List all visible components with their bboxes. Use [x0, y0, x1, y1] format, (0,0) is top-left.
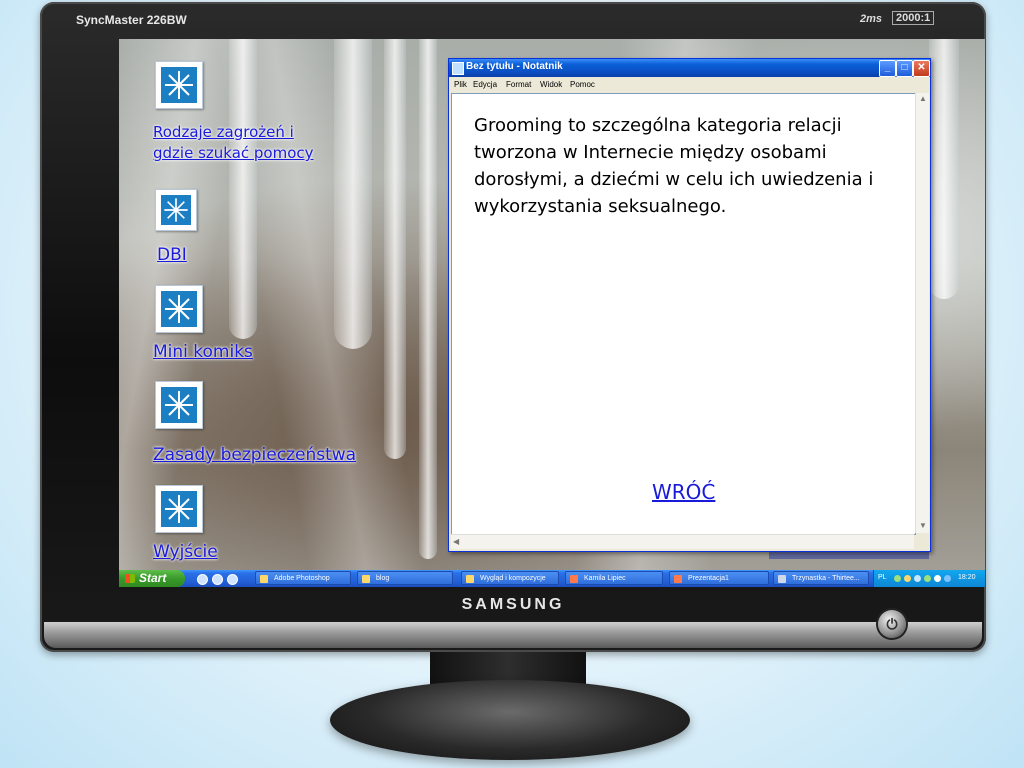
taskbar-item-label: Kamila Lipiec [584, 575, 626, 582]
photoshop-icon [260, 575, 268, 583]
monitor: SyncMaster 226BW 2ms 2000:1 Rodzaje zagr… [40, 2, 986, 652]
snowflake-icon [155, 285, 203, 333]
powerpoint-icon [674, 575, 682, 583]
monitor-bezel-strip [44, 622, 982, 648]
tray-messenger-icon[interactable] [924, 575, 931, 582]
tray-update-icon[interactable] [934, 575, 941, 582]
taskbar-item-blog[interactable]: blog [357, 571, 453, 585]
folder-icon [362, 575, 370, 583]
background-window-strip [769, 551, 929, 559]
monitor-stand-base [330, 680, 690, 760]
snowflake-icon [155, 381, 203, 429]
taskbar-item-label: Trzynastka - Thirtee... [792, 575, 860, 582]
quicklaunch-desktop-icon[interactable] [227, 574, 238, 585]
notepad-title: Bez tytułu - Notatnik [466, 61, 563, 72]
back-link[interactable]: WRÓĆ [652, 480, 715, 504]
desktop-link-wyjscie[interactable]: Wyjście [153, 541, 218, 563]
taskbar-item-wyglad[interactable]: Wygląd i kompozycje [461, 571, 559, 585]
desktop-link-dbi[interactable]: DBI [157, 244, 187, 266]
quicklaunch-media-icon[interactable] [212, 574, 223, 585]
desktop-link-mini-komiks[interactable]: Mini komiks [153, 341, 253, 363]
tray-security-icon[interactable] [904, 575, 911, 582]
notepad-window: Bez tytułu - Notatnik _ □ ✕ Plik Edycja … [448, 58, 931, 552]
wallpaper-icicle [229, 39, 257, 339]
monitor-response-spec: 2ms [860, 13, 883, 25]
desktop-link-zasady-bezpieczenstwa[interactable]: Zasady bezpieczeństwa [153, 444, 356, 466]
windows-logo-icon [125, 574, 135, 583]
taskbar-item-photoshop[interactable]: Adobe Photoshop [255, 571, 351, 585]
clock[interactable]: 18:20 [958, 574, 976, 581]
maximize-button[interactable]: □ [896, 60, 913, 77]
taskbar-item-label: Wygląd i kompozycje [480, 575, 546, 582]
scroll-up-icon[interactable]: ▲ [919, 94, 927, 103]
monitor-contrast-spec: 2000:1 [892, 11, 935, 25]
power-button[interactable]: ⏻ [878, 610, 906, 638]
wallpaper-icicle [384, 39, 406, 459]
display-properties-icon [466, 575, 474, 583]
wallpaper-icicle [334, 39, 372, 349]
language-indicator[interactable]: PL [878, 574, 887, 581]
notepad-menubar: Plik Edycja Format Widok Pomoc [449, 78, 930, 92]
wallpaper-icicle [419, 39, 437, 559]
quicklaunch-ie-icon[interactable] [197, 574, 208, 585]
notepad-app-icon [452, 62, 464, 75]
scroll-left-icon[interactable]: ◀ [453, 537, 459, 546]
notepad-text-area[interactable]: Grooming to szczególna kategoria relacji… [451, 93, 916, 535]
browser-icon [778, 575, 786, 583]
start-label: Start [139, 571, 167, 585]
system-tray: PL 18:20 [873, 570, 985, 587]
taskbar-item-trzynastka[interactable]: Trzynastka - Thirtee... [773, 571, 869, 585]
horizontal-scrollbar[interactable]: ◀ [451, 534, 914, 549]
menu-pomoc[interactable]: Pomoc [570, 80, 595, 89]
snowflake-icon [155, 485, 203, 533]
snowflake-icon [155, 61, 203, 109]
menu-format[interactable]: Format [506, 80, 531, 89]
taskbar: Start Adobe Photoshop blog Wygląd i komp… [119, 570, 985, 587]
monitor-model-label: SyncMaster 226BW [76, 13, 187, 27]
tray-antivirus-icon[interactable] [944, 575, 951, 582]
monitor-brand-logo: SAMSUNG [461, 596, 565, 613]
tray-volume-icon[interactable] [914, 575, 921, 582]
desktop-link-gdzie-szukac-pomocy[interactable]: gdzie szukać pomocy [153, 143, 314, 163]
desktop: Rodzaje zagrożeń i gdzie szukać pomocy D… [119, 39, 985, 587]
notepad-titlebar[interactable]: Bez tytułu - Notatnik _ □ ✕ [449, 59, 930, 77]
menu-widok[interactable]: Widok [540, 80, 562, 89]
minimize-button[interactable]: _ [879, 60, 896, 77]
taskbar-item-prezentacja[interactable]: Prezentacja1 [669, 571, 769, 585]
taskbar-item-label: Prezentacja1 [688, 575, 729, 582]
notepad-body-text: Grooming to szczególna kategoria relacji… [474, 115, 874, 217]
taskbar-item-label: blog [376, 575, 390, 582]
tray-network-icon[interactable] [894, 575, 901, 582]
powerpoint-icon [570, 575, 578, 583]
scroll-down-icon[interactable]: ▼ [919, 521, 927, 530]
taskbar-item-label: Adobe Photoshop [274, 575, 330, 582]
vertical-scrollbar[interactable]: ▲ ▼ [915, 93, 929, 533]
snowflake-icon [155, 189, 197, 231]
taskbar-item-kamila[interactable]: Kamila Lipiec [565, 571, 663, 585]
wallpaper-icicle [929, 39, 959, 299]
desktop-link-rodzaje-zagrozen[interactable]: Rodzaje zagrożeń i [153, 122, 294, 142]
close-button[interactable]: ✕ [913, 60, 930, 77]
menu-plik[interactable]: Plik [454, 80, 467, 89]
menu-edycja[interactable]: Edycja [473, 80, 497, 89]
start-button[interactable]: Start [119, 570, 185, 587]
